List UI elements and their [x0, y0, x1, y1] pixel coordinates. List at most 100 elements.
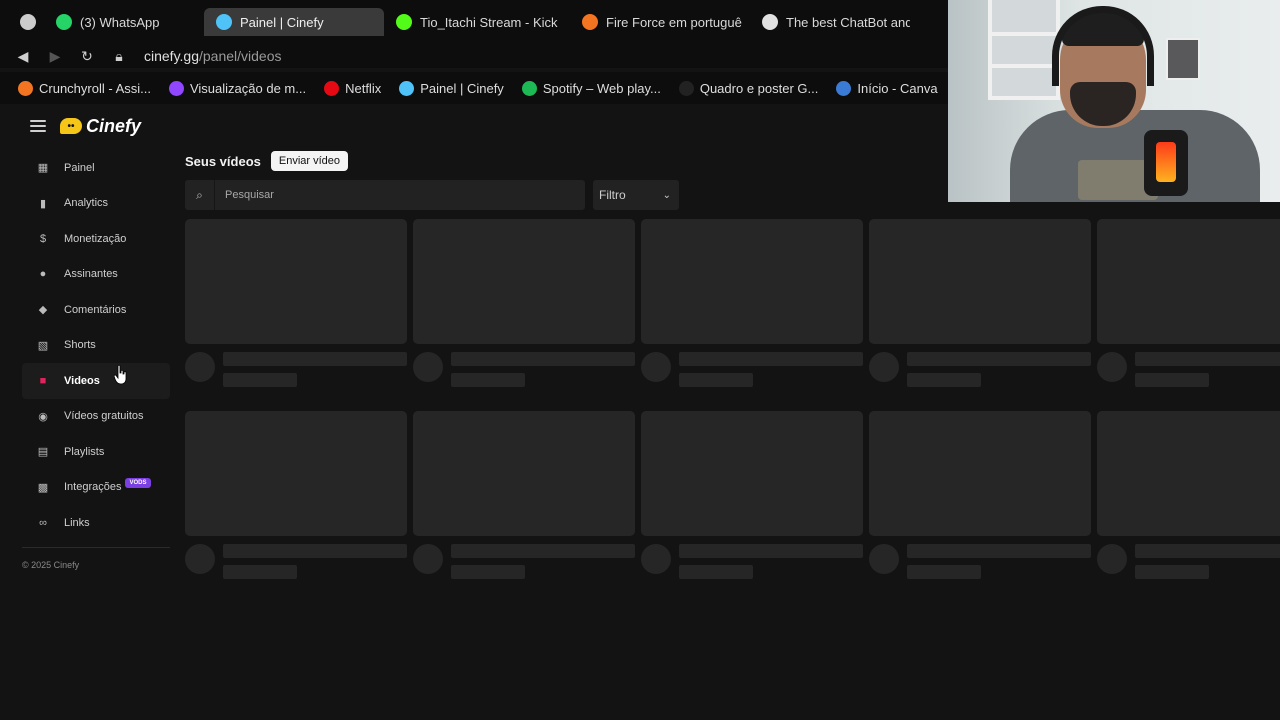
- video-grid-loading: [185, 219, 1280, 603]
- bookmark-item[interactable]: Quadro e poster G...: [678, 80, 819, 96]
- skeleton-card: [1097, 219, 1280, 411]
- skeleton-title: [223, 352, 407, 366]
- skeleton-thumbnail: [185, 219, 407, 344]
- browser-tab[interactable]: (3) WhatsApp: [44, 8, 204, 36]
- sidebar-item-playlists[interactable]: ▤ Playlists: [22, 434, 170, 470]
- browser-tab[interactable]: Tio_Itachi Stream - Kick: [384, 8, 570, 36]
- browser-tab[interactable]: Fire Force em portuguê: [570, 8, 750, 36]
- filter-dropdown[interactable]: Filtro ⌄: [593, 180, 679, 210]
- bookmark-item[interactable]: Visualização de m...: [168, 80, 307, 96]
- skeleton-subtitle: [451, 373, 525, 387]
- skeleton-subtitle: [679, 373, 753, 387]
- sidebar-item-label: Integrações: [64, 481, 122, 494]
- skeleton-thumbnail: [641, 219, 863, 344]
- skeleton-avatar: [641, 352, 671, 382]
- comments-icon: ◆: [38, 304, 48, 317]
- sidebar-item-label: Monetização: [64, 232, 127, 245]
- sidebar-item-dashboard[interactable]: ▦ Painel: [22, 150, 170, 186]
- skeleton-card: [413, 219, 635, 411]
- skeleton-avatar: [869, 544, 899, 574]
- sidebar-item-label: Comentários: [64, 303, 127, 316]
- skeleton-card: [1097, 411, 1280, 603]
- skeleton-title: [451, 544, 635, 558]
- monetization-icon: $: [39, 232, 47, 245]
- back-icon[interactable]: ◀: [14, 48, 32, 65]
- sidebar-item-comments[interactable]: ◆ Comentários: [22, 292, 170, 328]
- sidebar-item-label: Shorts: [64, 339, 96, 352]
- bookmark-item[interactable]: Netflix: [324, 80, 382, 96]
- search-box[interactable]: ⌕ Pesquisar: [185, 180, 585, 210]
- skeleton-card: [185, 219, 407, 411]
- analytics-icon: ▮: [39, 197, 47, 210]
- skeleton-thumbnail: [869, 219, 1091, 344]
- sidebar-item-subscribers[interactable]: ● Assinantes: [22, 257, 170, 293]
- browser-tab-label: Tio_Itachi Stream - Kick: [420, 14, 558, 30]
- crunchyroll-icon: [18, 80, 33, 96]
- twitch-icon: [168, 80, 184, 96]
- browser-tab[interactable]: Painel | Cinefy: [204, 8, 384, 36]
- bookmark-item[interactable]: Início - Canva: [836, 80, 938, 96]
- url-path: /panel/videos: [199, 48, 282, 64]
- skeleton-subtitle: [679, 565, 753, 579]
- url-domain: cinefy.gg: [144, 48, 199, 64]
- skeleton-thumbnail: [1097, 219, 1280, 344]
- window-icon: [20, 14, 36, 30]
- sidebar-item-label: Playlists: [64, 445, 105, 458]
- canva-icon: [836, 80, 852, 96]
- skeleton-subtitle: [223, 565, 297, 579]
- poster-icon: [678, 80, 694, 96]
- skeleton-avatar: [185, 544, 215, 574]
- bookmark-item[interactable]: Crunchyroll - Assi...: [18, 80, 151, 96]
- url-field[interactable]: cinefy.gg/panel/videos: [144, 48, 282, 64]
- sidebar-item-shorts[interactable]: ▧ Shorts: [22, 328, 170, 364]
- webcam-overlay: [948, 0, 1280, 202]
- videos-icon: ■: [39, 374, 47, 387]
- browser-tab[interactable]: [8, 8, 44, 36]
- cinefy-logo[interactable]: •• Cinefy: [60, 116, 141, 137]
- skeleton-thumbnail: [1097, 411, 1280, 536]
- reload-icon[interactable]: ↻: [78, 48, 96, 65]
- skeleton-card: [869, 411, 1091, 603]
- sidebar-divider: [22, 546, 170, 548]
- skeleton-subtitle: [907, 565, 981, 579]
- site-info-icon[interactable]: 🔒︎: [110, 48, 128, 65]
- skeleton-title: [451, 352, 635, 366]
- skeleton-subtitle: [907, 373, 981, 387]
- forward-icon[interactable]: ▶: [46, 48, 64, 65]
- menu-icon[interactable]: [30, 120, 46, 132]
- browser-tab-label: (3) WhatsApp: [80, 14, 160, 30]
- sidebar: ▦ Painel ▮ Analytics $ Monetização ● Assinantes…: [22, 150, 170, 570]
- sidebar-item-monetization[interactable]: $ Monetização: [22, 221, 170, 257]
- upload-video-button[interactable]: Enviar vídeo: [270, 151, 349, 171]
- sidebar-item-analytics[interactable]: ▮ Analytics: [22, 186, 170, 222]
- page-title: Seus vídeos: [185, 153, 261, 169]
- sidebar-item-link[interactable]: ∞ Links: [22, 505, 170, 541]
- skeleton-subtitle: [451, 565, 525, 579]
- search-icon[interactable]: ⌕: [185, 180, 215, 210]
- sidebar-item-integrations[interactable]: ▩ Integrações VODS: [22, 470, 170, 506]
- skeleton-card: [869, 219, 1091, 411]
- sidebar-item-label: Analytics: [64, 197, 109, 210]
- sidebar-item-label: Videos: [64, 374, 100, 387]
- browser-tab[interactable]: The best ChatBot and V: [750, 8, 910, 36]
- sidebar-item-free-videos[interactable]: ◉ Vídeos gratuitos: [22, 399, 170, 435]
- skeleton-card: [185, 411, 407, 603]
- integrations-icon: ▩: [37, 481, 49, 494]
- skeleton-subtitle: [223, 373, 297, 387]
- sidebar-item-videos[interactable]: ■ Videos: [22, 363, 170, 399]
- skeleton-subtitle: [1135, 373, 1209, 387]
- browser-tab-label: The best ChatBot and V: [786, 14, 910, 30]
- skeleton-title: [1135, 544, 1280, 558]
- chatbot-icon: [762, 14, 778, 30]
- search-input[interactable]: Pesquisar: [215, 189, 274, 201]
- skeleton-thumbnail: [413, 411, 635, 536]
- sidebar-item-label: Vídeos gratuitos: [64, 410, 144, 423]
- skeleton-avatar: [185, 352, 215, 382]
- bookmark-item[interactable]: Painel | Cinefy: [399, 80, 504, 96]
- bookmark-item[interactable]: Spotify – Web play...: [521, 80, 661, 96]
- bookmark-label: Visualização de m...: [189, 80, 307, 96]
- bookmark-label: Netflix: [345, 80, 382, 96]
- skeleton-avatar: [869, 352, 899, 382]
- sidebar-item-label: Assinantes: [64, 268, 118, 281]
- bookmark-label: Quadro e poster G...: [699, 80, 819, 96]
